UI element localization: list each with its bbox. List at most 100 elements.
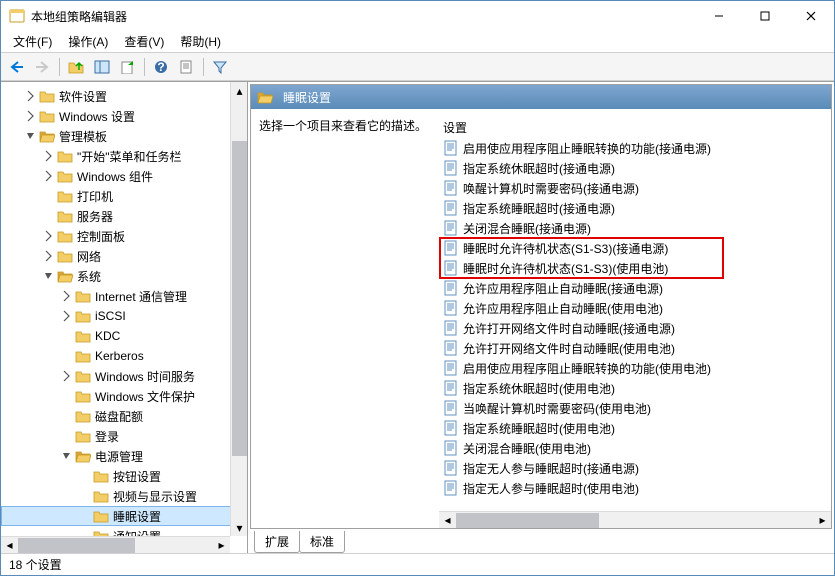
tree-item[interactable]: 控制面板: [1, 226, 247, 246]
chevron-down-icon[interactable]: [43, 270, 55, 282]
tree-item-label: 软件设置: [59, 88, 107, 105]
tree-item[interactable]: Windows 组件: [1, 166, 247, 186]
filter-button[interactable]: [208, 56, 232, 78]
scroll-left-icon[interactable]: ◂: [439, 512, 456, 529]
list-item-label: 睡眠时允许待机状态(S1-S3)(接通电源): [463, 240, 668, 257]
tree-item[interactable]: 视频与显示设置: [1, 486, 247, 506]
list-item[interactable]: 指定无人参与睡眠超时(接通电源): [439, 458, 831, 478]
tab-standard[interactable]: 标准: [299, 531, 345, 553]
folder-icon: [75, 309, 91, 323]
tree-scrollbar-h[interactable]: ◂ ▸: [1, 536, 230, 553]
tree-item[interactable]: Windows 文件保护: [1, 386, 247, 406]
list-item[interactable]: 指定系统睡眠超时(使用电池): [439, 418, 831, 438]
list-item[interactable]: 指定系统休眠超时(使用电池): [439, 378, 831, 398]
back-button[interactable]: [5, 56, 29, 78]
chevron-down-icon[interactable]: [61, 450, 73, 462]
tree-item[interactable]: 睡眠设置: [1, 506, 247, 526]
tree-item[interactable]: 登录: [1, 426, 247, 446]
list-item[interactable]: 指定无人参与睡眠超时(使用电池): [439, 478, 831, 498]
chevron-down-icon[interactable]: [25, 130, 37, 142]
tree-item[interactable]: 系统: [1, 266, 247, 286]
list-item[interactable]: 指定系统休眠超时(接通电源): [439, 158, 831, 178]
tree-item[interactable]: "开始"菜单和任务栏: [1, 146, 247, 166]
tree-item-label: 按钮设置: [113, 468, 161, 485]
tree-item[interactable]: 打印机: [1, 186, 247, 206]
list-item[interactable]: 启用使应用程序阻止睡眠转换的功能(接通电源): [439, 138, 831, 158]
tree-item[interactable]: 按钮设置: [1, 466, 247, 486]
tree-item[interactable]: 服务器: [1, 206, 247, 226]
tree-item[interactable]: iSCSI: [1, 306, 247, 326]
tree-item[interactable]: 软件设置: [1, 86, 247, 106]
window-title: 本地组策略编辑器: [31, 8, 696, 25]
tree-item[interactable]: Windows 时间服务: [1, 366, 247, 386]
tab-extended[interactable]: 扩展: [254, 531, 300, 553]
tree-item-label: 控制面板: [77, 228, 125, 245]
column-header-setting[interactable]: 设置: [439, 117, 831, 138]
menu-view[interactable]: 查看(V): [116, 31, 172, 52]
folder-icon: [257, 90, 273, 104]
help-button[interactable]: ?: [149, 56, 173, 78]
list-scrollbar-h[interactable]: ◂ ▸: [439, 511, 831, 528]
policy-icon: [443, 460, 459, 476]
list-item-label: 允许打开网络文件时自动睡眠(接通电源): [463, 320, 675, 337]
maximize-button[interactable]: [742, 1, 788, 31]
list-item[interactable]: 关闭混合睡眠(使用电池): [439, 438, 831, 458]
tree-item[interactable]: 磁盘配额: [1, 406, 247, 426]
menu-file[interactable]: 文件(F): [5, 31, 60, 52]
toolbar-separator: [203, 58, 204, 76]
tree-item[interactable]: Windows 设置: [1, 106, 247, 126]
list-item-label: 指定无人参与睡眠超时(接通电源): [463, 460, 639, 477]
list-item[interactable]: 当唤醒计算机时需要密码(使用电池): [439, 398, 831, 418]
list-item[interactable]: 允许打开网络文件时自动睡眠(接通电源): [439, 318, 831, 338]
scroll-down-icon[interactable]: ▾: [231, 519, 248, 536]
scroll-right-icon[interactable]: ▸: [213, 537, 230, 554]
folder-icon: [39, 109, 55, 123]
tree: 软件设置 Windows 设置管理模板"开始"菜单和任务栏Windows 组件打印…: [1, 82, 247, 550]
properties-button[interactable]: [175, 56, 199, 78]
tree-item[interactable]: 管理模板: [1, 126, 247, 146]
settings-list[interactable]: 启用使应用程序阻止睡眠转换的功能(接通电源)指定系统休眠超时(接通电源)唤醒计算…: [439, 138, 831, 511]
menu-action[interactable]: 操作(A): [60, 31, 116, 52]
tree-scrollbar-v[interactable]: ▴ ▾: [230, 82, 247, 536]
chevron-right-icon[interactable]: [43, 230, 55, 242]
chevron-right-icon[interactable]: [25, 110, 37, 122]
tree-item[interactable]: KDC: [1, 326, 247, 346]
chevron-right-icon[interactable]: [43, 170, 55, 182]
chevron-right-icon[interactable]: [61, 370, 73, 382]
list-item[interactable]: 允许应用程序阻止自动睡眠(接通电源): [439, 278, 831, 298]
list-item[interactable]: 启用使应用程序阻止睡眠转换的功能(使用电池): [439, 358, 831, 378]
list-item[interactable]: 允许打开网络文件时自动睡眠(使用电池): [439, 338, 831, 358]
close-button[interactable]: [788, 1, 834, 31]
chevron-right-icon[interactable]: [43, 150, 55, 162]
scroll-right-icon[interactable]: ▸: [814, 512, 831, 529]
list-item[interactable]: 允许应用程序阻止自动睡眠(使用电池): [439, 298, 831, 318]
menu-help[interactable]: 帮助(H): [172, 31, 229, 52]
chevron-right-icon[interactable]: [61, 290, 73, 302]
tree-item[interactable]: 网络: [1, 246, 247, 266]
folder-icon: [75, 289, 91, 303]
policy-icon: [443, 340, 459, 356]
list-item[interactable]: 指定系统睡眠超时(接通电源): [439, 198, 831, 218]
list-item[interactable]: 唤醒计算机时需要密码(接通电源): [439, 178, 831, 198]
chevron-right-icon[interactable]: [25, 90, 37, 102]
minimize-button[interactable]: [696, 1, 742, 31]
list-item[interactable]: 睡眠时允许待机状态(S1-S3)(使用电池): [439, 258, 831, 278]
chevron-right-icon[interactable]: [61, 310, 73, 322]
list-item[interactable]: 睡眠时允许待机状态(S1-S3)(接通电源): [439, 238, 831, 258]
list-item[interactable]: 关闭混合睡眠(接通电源): [439, 218, 831, 238]
up-button[interactable]: [64, 56, 88, 78]
scroll-up-icon[interactable]: ▴: [231, 82, 248, 99]
scroll-left-icon[interactable]: ◂: [1, 537, 18, 554]
policy-icon: [443, 160, 459, 176]
chevron-right-icon[interactable]: [43, 250, 55, 262]
tree-item-label: Windows 设置: [59, 108, 135, 125]
folder-icon: [39, 129, 55, 143]
tree-item-label: 网络: [77, 248, 101, 265]
export-button[interactable]: [116, 56, 140, 78]
tree-item[interactable]: Internet 通信管理: [1, 286, 247, 306]
tree-item[interactable]: Kerberos: [1, 346, 247, 366]
forward-button[interactable]: [31, 56, 55, 78]
tree-pane[interactable]: 软件设置 Windows 设置管理模板"开始"菜单和任务栏Windows 组件打印…: [1, 82, 248, 553]
tree-item[interactable]: 电源管理: [1, 446, 247, 466]
show-hide-tree-button[interactable]: [90, 56, 114, 78]
